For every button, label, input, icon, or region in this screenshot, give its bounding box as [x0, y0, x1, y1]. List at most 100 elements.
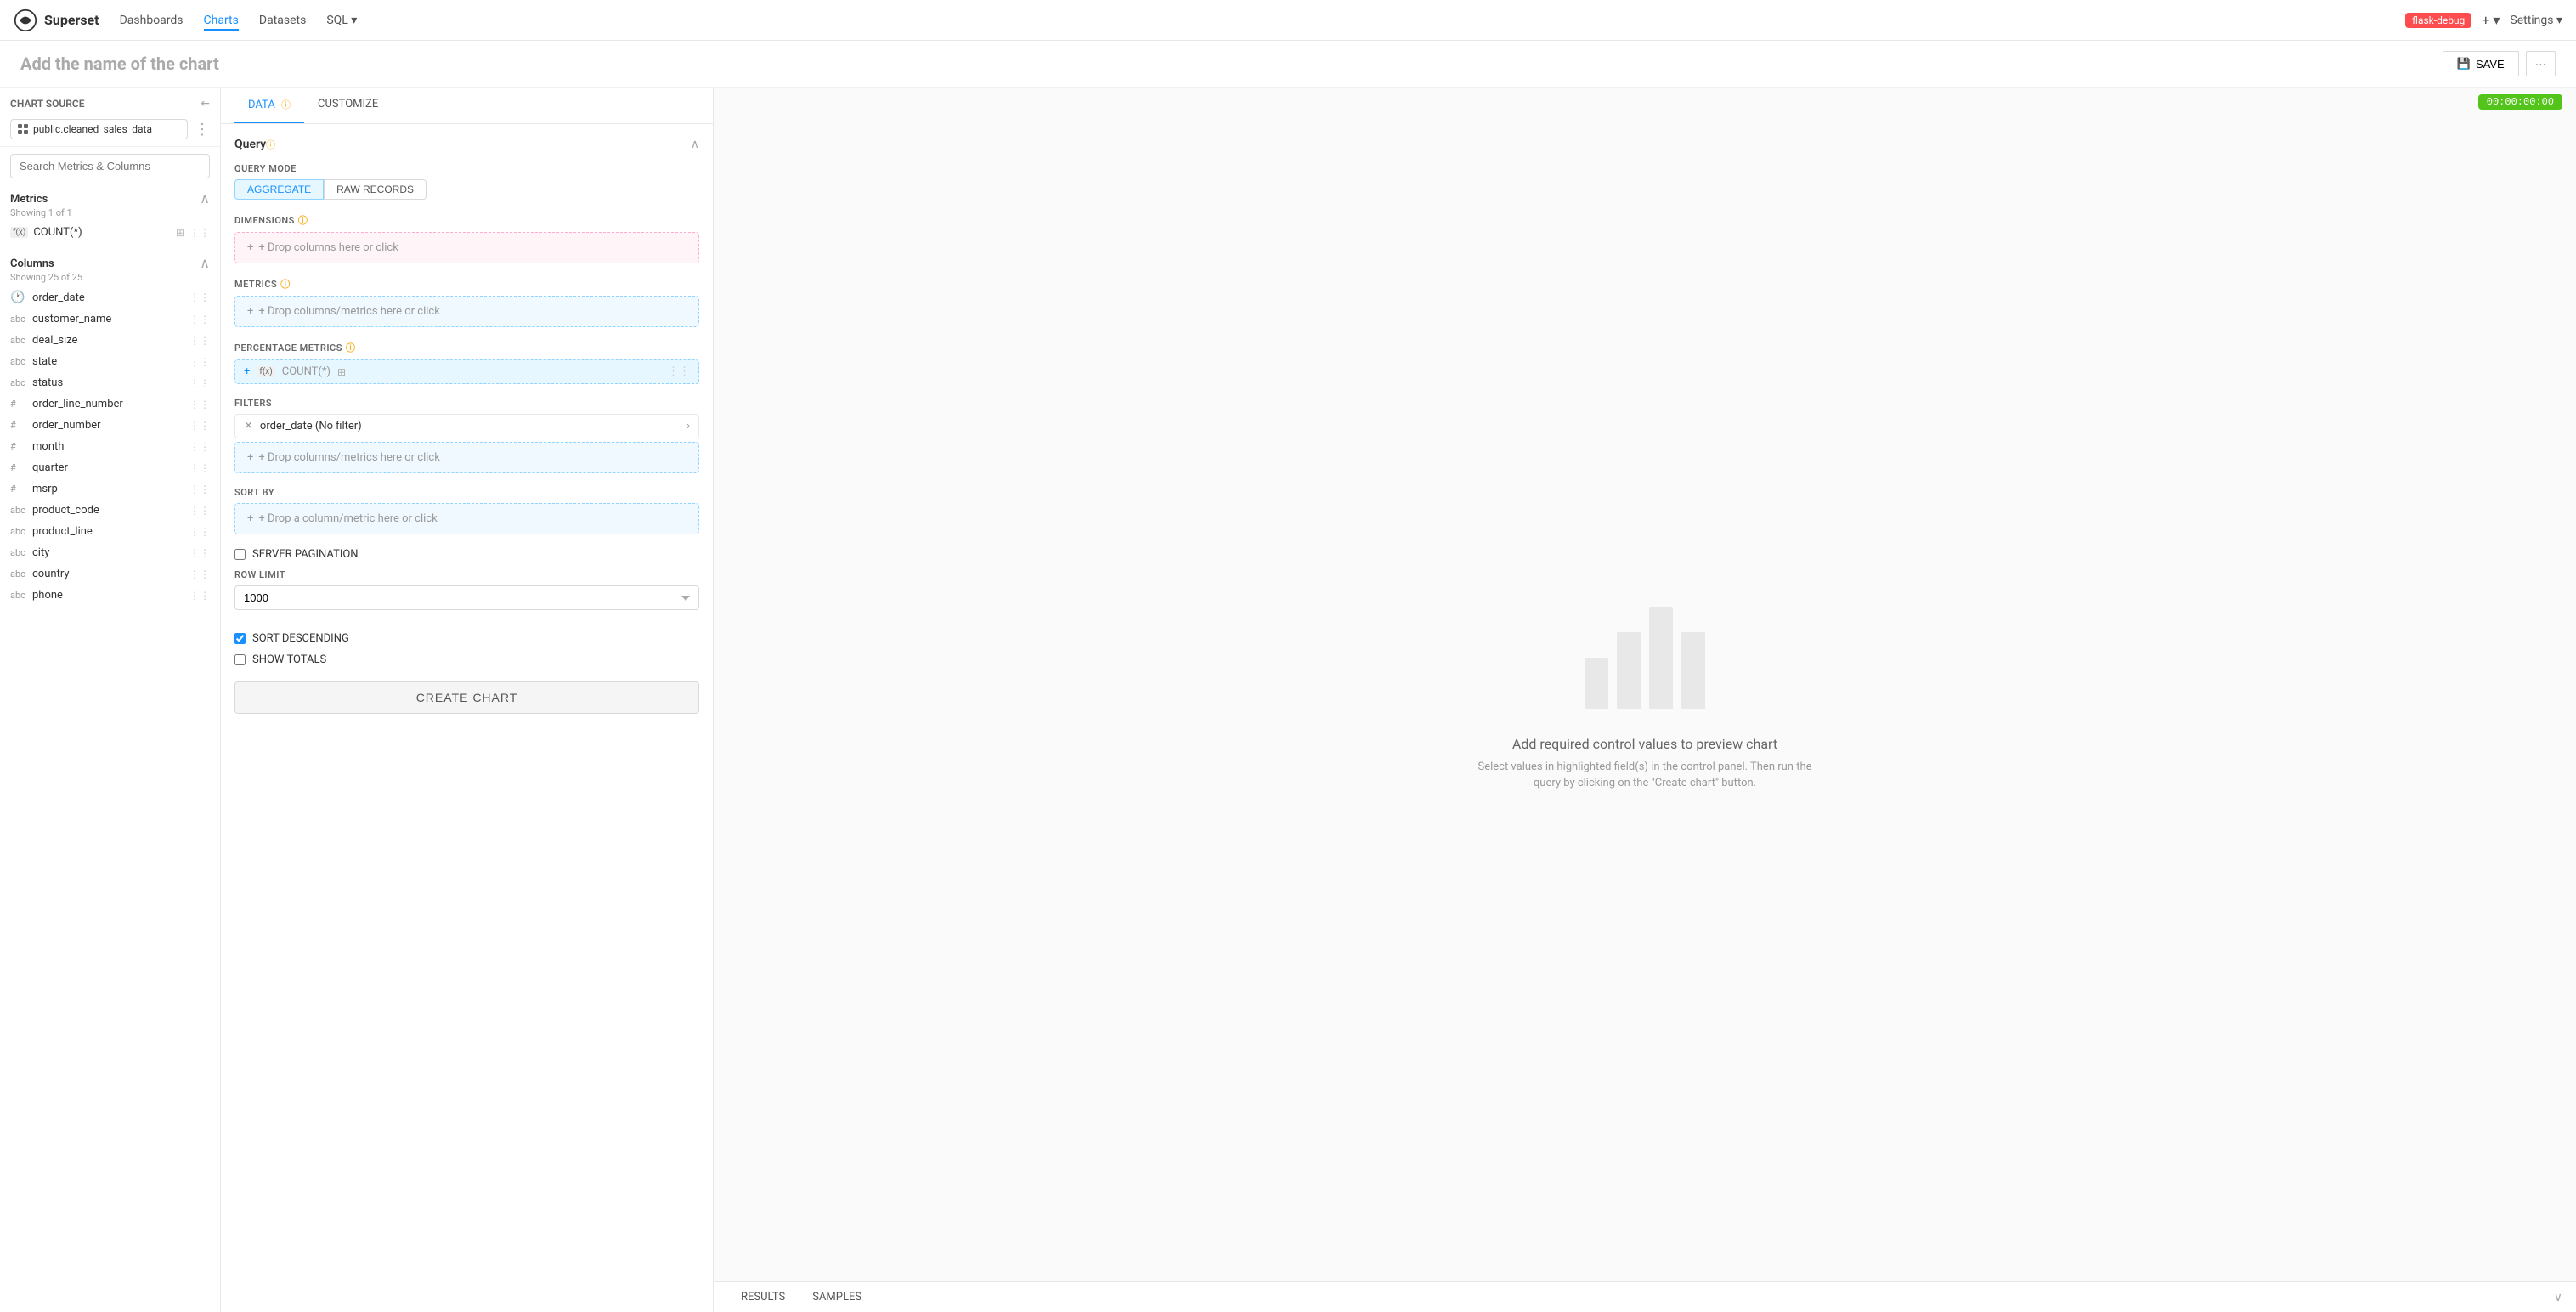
- col-drag-handle[interactable]: ⋮⋮: [189, 568, 210, 580]
- filter-expand-icon[interactable]: ›: [686, 420, 690, 433]
- metrics-count: Showing 1 of 1: [0, 207, 220, 222]
- filter-item[interactable]: ✕ order_date (No filter) ›: [234, 414, 699, 438]
- pct-table-icon: ⊞: [337, 366, 346, 378]
- col-type-icon: abc: [10, 590, 27, 601]
- col-type-icon: #: [10, 399, 27, 410]
- source-more-button[interactable]: ⋮: [195, 121, 210, 139]
- col-drag-handle[interactable]: ⋮⋮: [189, 420, 210, 432]
- collapse-source-button[interactable]: ⇤: [200, 96, 210, 110]
- results-tab[interactable]: RESULTS: [727, 1282, 799, 1312]
- col-drag-handle[interactable]: ⋮⋮: [189, 399, 210, 410]
- col-name: month: [32, 440, 184, 453]
- dimensions-drop-zone[interactable]: + + Drop columns here or click: [234, 232, 699, 263]
- grid-icon: [18, 124, 28, 134]
- raw-records-mode-button[interactable]: RAW RECORDS: [324, 179, 427, 200]
- nav-charts[interactable]: Charts: [204, 10, 239, 31]
- col-drag-handle[interactable]: ⋮⋮: [189, 547, 210, 559]
- col-type-icon: abc: [10, 505, 27, 516]
- settings-button[interactable]: Settings ▾: [2510, 14, 2562, 27]
- debug-badge: flask-debug: [2405, 13, 2471, 28]
- col-item[interactable]: abc status ⋮⋮: [0, 372, 220, 393]
- col-name: deal_size: [32, 334, 184, 347]
- source-chip[interactable]: public.cleaned_sales_data: [10, 119, 188, 139]
- col-item[interactable]: # quarter ⋮⋮: [0, 457, 220, 478]
- pct-drag-handle[interactable]: ⋮⋮: [668, 365, 690, 378]
- metric-item[interactable]: f(x) COUNT(*) ⊞ ⋮⋮: [0, 222, 220, 243]
- pct-metrics-filled-zone[interactable]: + f(x) COUNT(*) ⊞ ⋮⋮: [234, 359, 699, 384]
- sort-by-label: SORT BY: [234, 487, 699, 498]
- chart-source-header: Chart Source ⇤: [0, 88, 220, 116]
- dimensions-section: DIMENSIONS ⓘ + + Drop columns here or cl…: [234, 213, 699, 263]
- col-drag-handle[interactable]: ⋮⋮: [189, 484, 210, 495]
- pct-metric-name: COUNT(*): [282, 365, 330, 378]
- dimensions-label: DIMENSIONS ⓘ: [234, 213, 699, 227]
- save-label: SAVE: [2476, 58, 2505, 71]
- bar-1: [1585, 658, 1608, 709]
- col-drag-handle[interactable]: ⋮⋮: [189, 356, 210, 368]
- col-item[interactable]: # order_number ⋮⋮: [0, 415, 220, 436]
- metrics-section-header: Metrics ∧: [0, 185, 220, 207]
- col-item[interactable]: abc deal_size ⋮⋮: [0, 330, 220, 351]
- col-type-icon: 🕐: [10, 291, 27, 304]
- col-item[interactable]: # order_line_number ⋮⋮: [0, 393, 220, 415]
- more-button[interactable]: ···: [2526, 51, 2556, 76]
- columns-collapse-icon[interactable]: ∧: [200, 257, 210, 270]
- nav-dashboards[interactable]: Dashboards: [120, 10, 184, 31]
- search-input[interactable]: [10, 154, 210, 178]
- col-drag-handle[interactable]: ⋮⋮: [189, 526, 210, 538]
- sort-descending-row: SORT DESCENDING: [234, 632, 699, 645]
- col-drag-handle[interactable]: ⋮⋮: [189, 335, 210, 347]
- col-type-icon: #: [10, 441, 27, 452]
- dimensions-info-icon: ⓘ: [298, 213, 308, 227]
- col-type-icon: abc: [10, 547, 27, 558]
- sort-by-drop-zone[interactable]: + + Drop a column/metric here or click: [234, 503, 699, 534]
- chart-name-title[interactable]: Add the name of the chart: [20, 54, 219, 74]
- col-item[interactable]: abc product_line ⋮⋮: [0, 521, 220, 542]
- query-info-icon: ⓘ: [266, 138, 275, 151]
- show-totals-checkbox[interactable]: [234, 654, 246, 665]
- filters-drop-zone[interactable]: + + Drop columns/metrics here or click: [234, 442, 699, 473]
- col-item[interactable]: 🕐 order_date ⋮⋮: [0, 286, 220, 308]
- bottom-tabs: RESULTS SAMPLES ∨: [714, 1281, 2576, 1312]
- metric-drag-handle[interactable]: ⋮⋮: [189, 227, 210, 239]
- col-drag-handle[interactable]: ⋮⋮: [189, 314, 210, 325]
- col-item[interactable]: # month ⋮⋮: [0, 436, 220, 457]
- bottom-chevron-icon[interactable]: ∨: [2554, 1291, 2562, 1304]
- filter-name: order_date (No filter): [260, 420, 362, 433]
- col-item[interactable]: abc phone ⋮⋮: [0, 585, 220, 606]
- aggregate-mode-button[interactable]: AGGREGATE: [234, 179, 324, 200]
- row-limit-select[interactable]: 1000 500 2000 5000: [234, 585, 699, 610]
- dimensions-plus-icon: +: [247, 241, 253, 254]
- col-drag-handle[interactable]: ⋮⋮: [189, 291, 210, 303]
- left-panel: Chart Source ⇤ public.cleaned_sales_data…: [0, 88, 221, 1312]
- sort-descending-checkbox[interactable]: [234, 633, 246, 644]
- nav-datasets[interactable]: Datasets: [259, 10, 306, 31]
- col-drag-handle[interactable]: ⋮⋮: [189, 377, 210, 389]
- col-drag-handle[interactable]: ⋮⋮: [189, 505, 210, 517]
- tab-data[interactable]: DATA ⓘ: [234, 88, 304, 123]
- nav-sql[interactable]: SQL ▾: [326, 10, 357, 31]
- tab-customize[interactable]: CUSTOMIZE: [304, 88, 392, 123]
- col-item[interactable]: # msrp ⋮⋮: [0, 478, 220, 500]
- plus-button[interactable]: + ▾: [2482, 12, 2500, 28]
- server-pagination-checkbox[interactable]: [234, 549, 246, 560]
- col-item[interactable]: abc product_code ⋮⋮: [0, 500, 220, 521]
- query-label: Query: [234, 138, 266, 151]
- pct-metrics-info-icon: ⓘ: [346, 341, 356, 354]
- col-drag-handle[interactable]: ⋮⋮: [189, 441, 210, 453]
- col-item[interactable]: abc state ⋮⋮: [0, 351, 220, 372]
- samples-tab[interactable]: SAMPLES: [799, 1282, 875, 1312]
- metrics-collapse-icon[interactable]: ∧: [200, 192, 210, 206]
- col-drag-handle[interactable]: ⋮⋮: [189, 462, 210, 474]
- query-collapse-icon[interactable]: ∧: [691, 138, 699, 151]
- save-button[interactable]: 💾 SAVE: [2443, 51, 2519, 76]
- filter-remove-icon[interactable]: ✕: [244, 420, 253, 433]
- col-drag-handle[interactable]: ⋮⋮: [189, 590, 210, 602]
- metrics-drop-zone[interactable]: + + Drop columns/metrics here or click: [234, 296, 699, 327]
- column-list: 🕐 order_date ⋮⋮ abc customer_name ⋮⋮ abc…: [0, 286, 220, 1312]
- create-chart-button[interactable]: CREATE CHART: [234, 681, 699, 714]
- col-name: phone: [32, 589, 184, 602]
- col-item[interactable]: abc country ⋮⋮: [0, 563, 220, 585]
- col-item[interactable]: abc customer_name ⋮⋮: [0, 308, 220, 330]
- col-item[interactable]: abc city ⋮⋮: [0, 542, 220, 563]
